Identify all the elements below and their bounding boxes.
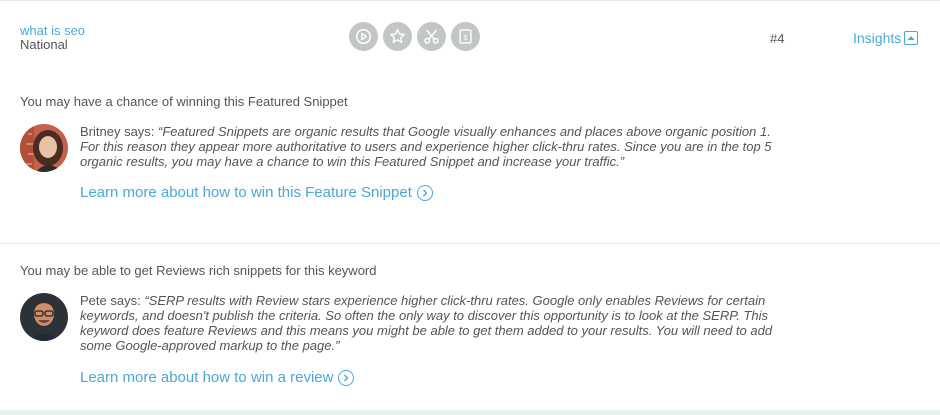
- insight-quote: Pete says: “SERP results with Review sta…: [80, 293, 780, 353]
- learn-more-review-link[interactable]: Learn more about how to win a review: [80, 369, 355, 386]
- learn-more-label: Learn more about how to win a review: [80, 369, 334, 386]
- insight-reviews: You may be able to get Reviews rich snip…: [0, 0, 940, 410]
- avatar: [20, 293, 68, 341]
- chevron-right-circle-icon: [338, 369, 355, 386]
- insight-title: You may be able to get Reviews rich snip…: [20, 263, 377, 278]
- speaker-name: Pete says:: [80, 293, 145, 308]
- bottom-strip: [0, 410, 940, 415]
- quote-text: “SERP results with Review stars experien…: [80, 293, 773, 353]
